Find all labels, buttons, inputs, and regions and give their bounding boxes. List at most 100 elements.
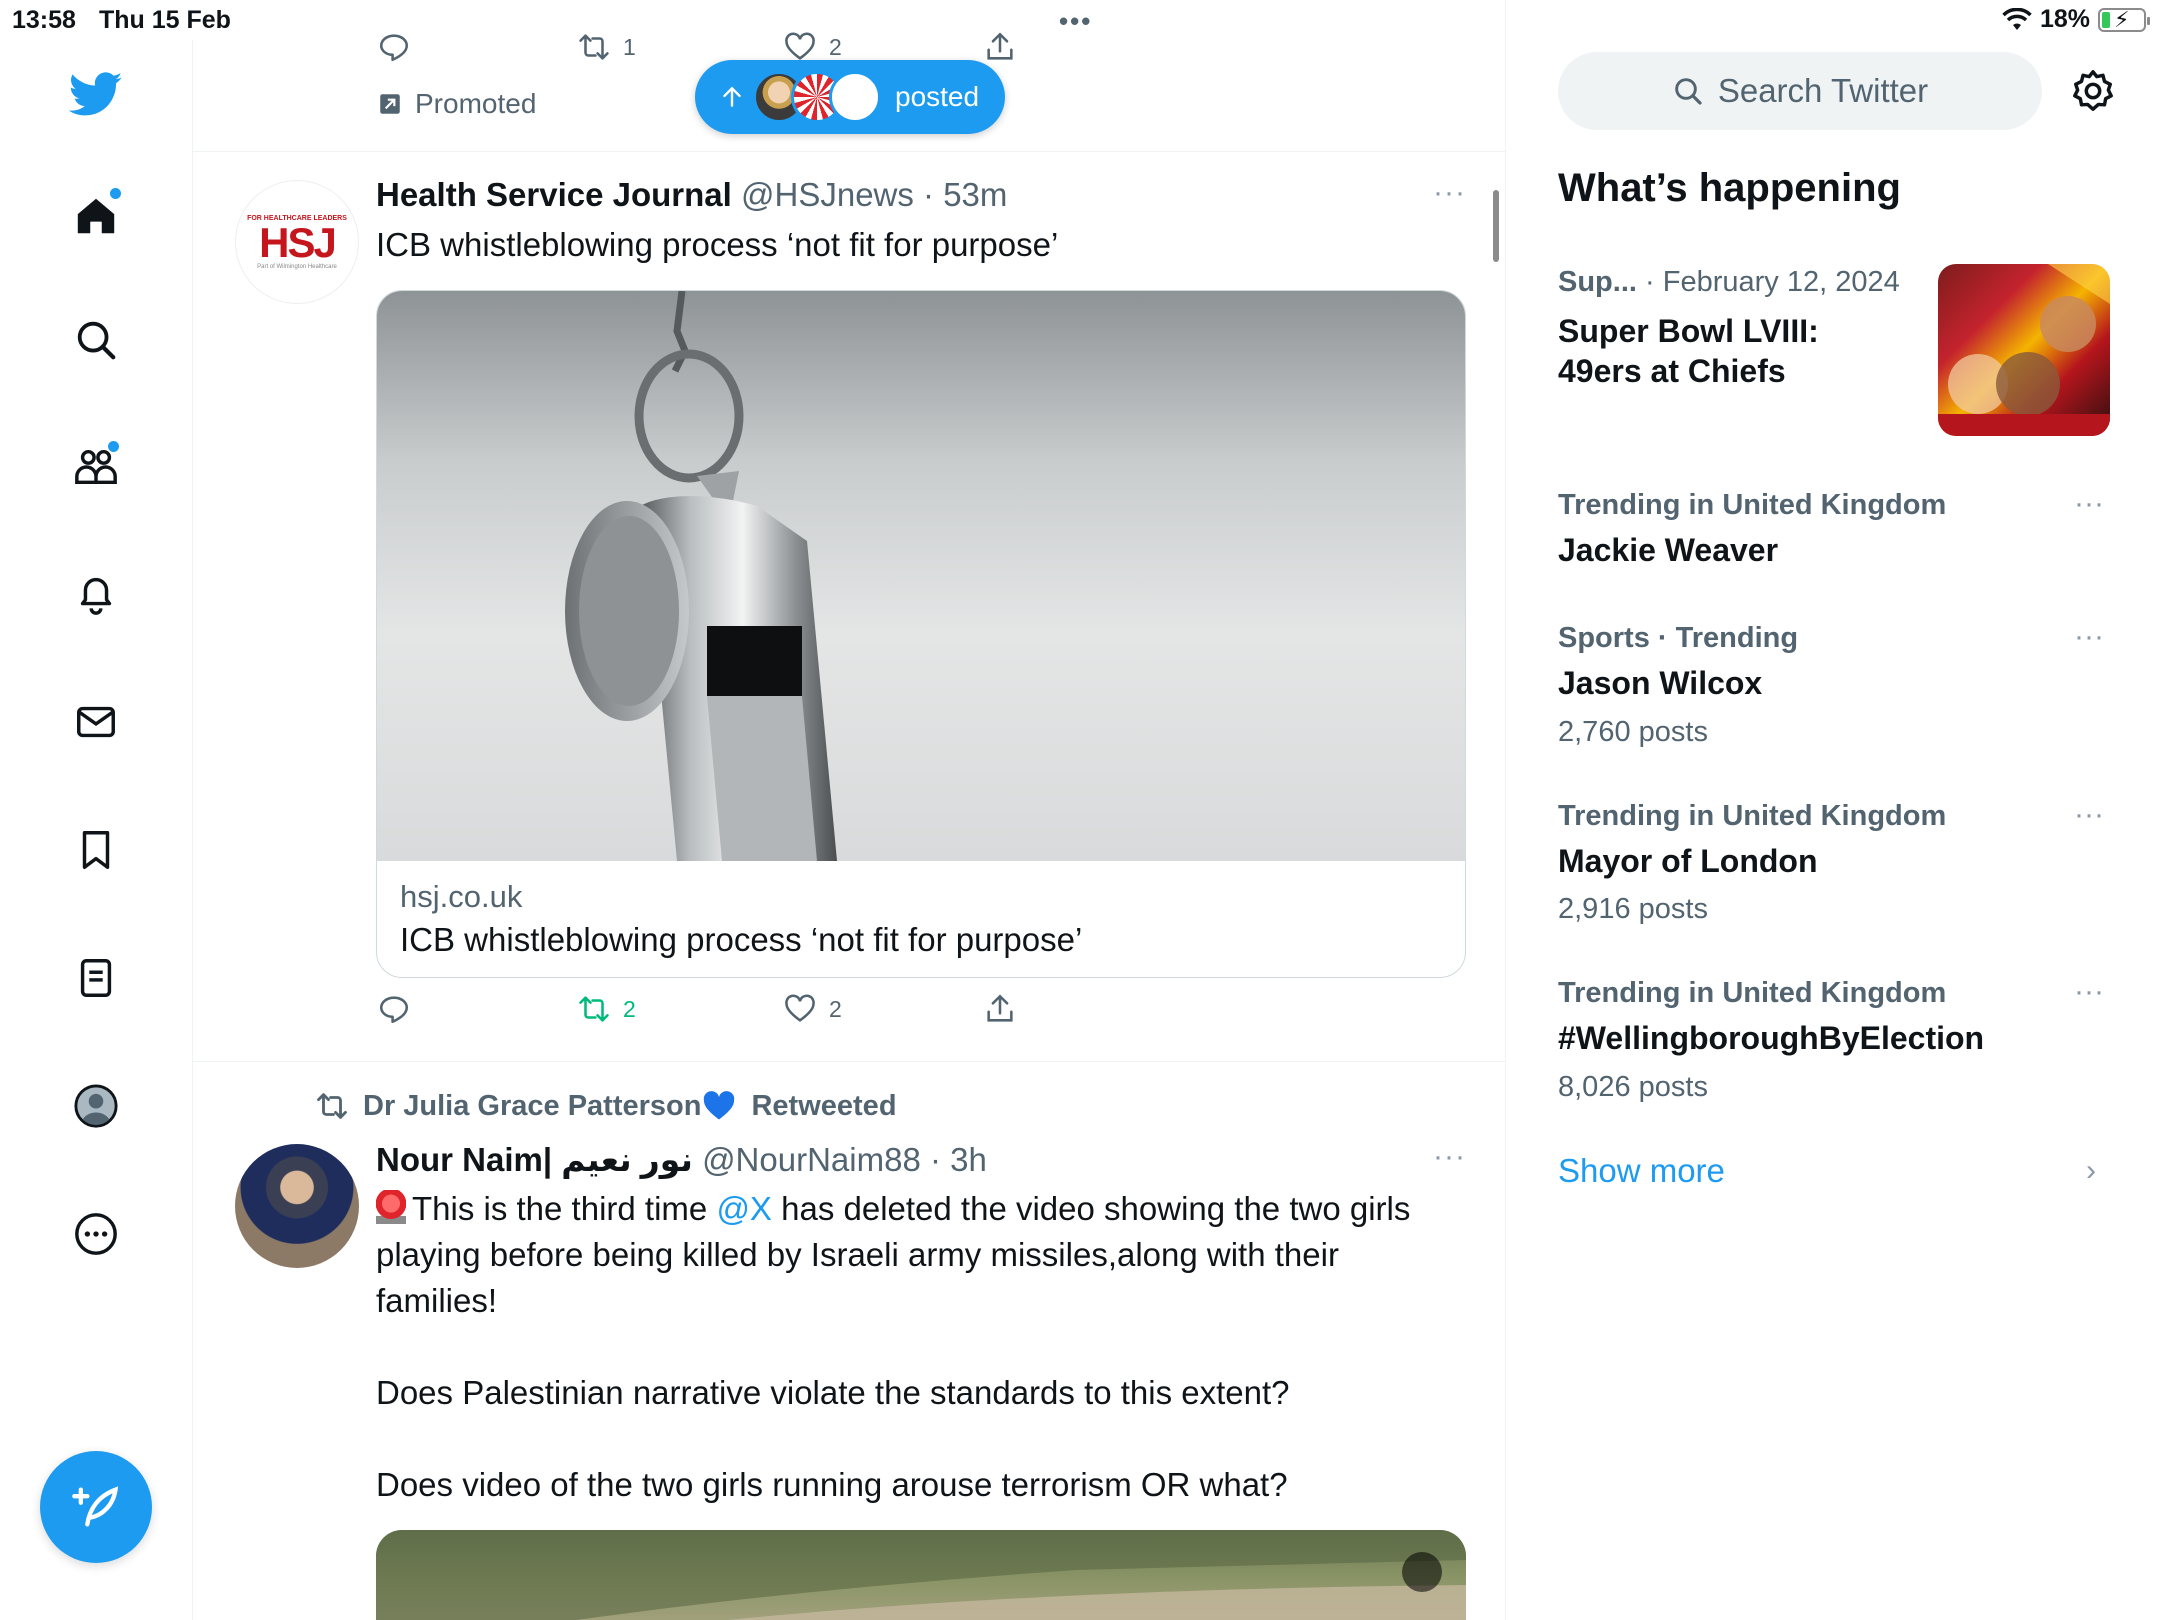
retweeter-name[interactable]: Dr Julia Grace Patterson bbox=[363, 1090, 701, 1123]
heart-icon bbox=[785, 994, 815, 1022]
trend-title: Jason Wilcox bbox=[1558, 665, 1763, 701]
retweet-button[interactable]: 1 bbox=[577, 30, 636, 64]
siren-emoji-icon bbox=[376, 1190, 406, 1224]
compose-button[interactable] bbox=[40, 1451, 152, 1563]
tweet-header: Health Service Journal @HSJnews · 53m bbox=[376, 176, 1007, 214]
retweet-context: Dr Julia Grace Patterson Retweeted bbox=[315, 1088, 897, 1124]
bookmark-icon[interactable] bbox=[66, 820, 126, 880]
bell-icon[interactable] bbox=[66, 564, 126, 624]
promoted-icon bbox=[380, 94, 400, 114]
share-button[interactable] bbox=[983, 30, 1017, 64]
tweet-handle-time: @NourNaim88 · 3h bbox=[702, 1141, 987, 1178]
like-button[interactable]: 2 bbox=[783, 992, 842, 1026]
hsj-logo: HSJ bbox=[259, 218, 337, 266]
trend-title: Jackie Weaver bbox=[1558, 532, 1779, 568]
posted-label: posted bbox=[895, 81, 980, 112]
reply-button[interactable] bbox=[377, 992, 411, 1026]
retweet-count: 1 bbox=[623, 33, 636, 60]
arrow-up-icon bbox=[723, 86, 741, 107]
search-input[interactable]: Search Twitter bbox=[1558, 52, 2042, 130]
previous-tweet-footer: 1 2 Promoted posted bbox=[193, 0, 1505, 152]
like-count: 2 bbox=[829, 995, 842, 1022]
trend-more-button[interactable]: ··· bbox=[2074, 487, 2104, 521]
reply-icon bbox=[379, 34, 409, 62]
link-card[interactable]: hsj.co.uk ICB whistleblowing process ‘no… bbox=[376, 290, 1466, 978]
avatar bbox=[829, 71, 881, 123]
communities-icon[interactable] bbox=[66, 437, 126, 497]
tweet-text: ICB whistleblowing process ‘not fit for … bbox=[376, 226, 1059, 263]
retweet-icon bbox=[579, 996, 609, 1022]
tweet-handle-time: @HSJnews · 53m bbox=[741, 176, 1008, 213]
trend-meta: Trending in United Kingdom bbox=[1558, 489, 1947, 521]
tweet-line: Does video of the two girls running arou… bbox=[376, 1466, 1288, 1503]
twitter-logo-icon[interactable] bbox=[66, 64, 126, 124]
more-circle-icon[interactable] bbox=[66, 1204, 126, 1264]
card-domain: hsj.co.uk bbox=[400, 879, 523, 914]
like-button[interactable]: 2 bbox=[783, 30, 842, 64]
compose-feather-icon bbox=[72, 1486, 119, 1527]
profile-icon[interactable] bbox=[66, 1076, 126, 1136]
tweet-line: families! bbox=[376, 1282, 498, 1319]
trend-title: #WellingboroughByElection bbox=[1558, 1020, 1985, 1056]
retweet-button[interactable]: 2 bbox=[577, 992, 636, 1026]
show-more-link[interactable]: Show more bbox=[1558, 1152, 1725, 1190]
avatar[interactable] bbox=[235, 1144, 359, 1268]
trend-title: Mayor of London bbox=[1558, 843, 1818, 879]
like-count: 2 bbox=[829, 33, 842, 60]
status-time: 13:58 bbox=[12, 6, 76, 34]
promoted-label: Promoted bbox=[377, 88, 536, 120]
trend-meta: Trending in United Kingdom bbox=[1558, 800, 1947, 832]
tweet-more-button[interactable]: ··· bbox=[1433, 176, 1466, 210]
tweet-header: Nour Naim| نور نعيم @NourNaim88 · 3h bbox=[376, 1140, 987, 1179]
chevron-right-icon[interactable]: › bbox=[2086, 1154, 2096, 1188]
list-icon[interactable] bbox=[66, 948, 126, 1008]
scrollbar[interactable] bbox=[1493, 190, 1499, 262]
tweet[interactable]: FOR HEALTHCARE LEADERS HSJ Part of Wilmi… bbox=[193, 152, 1505, 1062]
mail-icon[interactable] bbox=[66, 692, 126, 752]
tweet-line: This is the third time @X has deleted th… bbox=[376, 1186, 1410, 1232]
sensitive-media-icon[interactable] bbox=[1402, 1552, 1442, 1592]
avatar[interactable]: FOR HEALTHCARE LEADERS HSJ Part of Wilmi… bbox=[235, 180, 359, 304]
trend-more-button[interactable]: ··· bbox=[2074, 620, 2104, 654]
trend-more-button[interactable]: ··· bbox=[2074, 798, 2104, 832]
timeline[interactable]: 1 2 Promoted posted FOR HEALTHCARE LEADE… bbox=[193, 0, 1506, 1620]
card-title: ICB whistleblowing process ‘not fit for … bbox=[400, 921, 1083, 958]
right-sidebar: Search Twitter What’s happening Sup... ·… bbox=[1506, 0, 2160, 1620]
super-bowl-image bbox=[1938, 264, 2110, 436]
tweet-author-name[interactable]: Health Service Journal bbox=[376, 176, 732, 213]
mention-link[interactable]: @X bbox=[716, 1190, 772, 1227]
search-icon bbox=[1675, 78, 1702, 105]
whats-happening-heading: What’s happening bbox=[1558, 166, 1901, 210]
trend-title: 49ers at Chiefs bbox=[1558, 353, 1786, 389]
new-posts-pill[interactable]: posted bbox=[695, 60, 1005, 134]
trend-count: 2,760 posts bbox=[1558, 716, 1708, 748]
tweet[interactable]: Dr Julia Grace Patterson Retweeted Nour … bbox=[193, 1062, 1505, 1620]
tweet-author-name[interactable]: Nour Naim| نور نعيم bbox=[376, 1141, 693, 1178]
trend-title: Super Bowl LVIII: bbox=[1558, 313, 1819, 349]
retweet-count: 2 bbox=[623, 995, 636, 1022]
trend-meta: Sports · Trending bbox=[1558, 622, 1799, 654]
trend-meta: Trending in United Kingdom bbox=[1558, 977, 1947, 1009]
tweet-more-button[interactable]: ··· bbox=[1433, 1140, 1466, 1174]
heart-icon bbox=[785, 32, 815, 60]
tweet-line: Does Palestinian narrative violate the s… bbox=[376, 1374, 1290, 1411]
search-placeholder: Search Twitter bbox=[1717, 72, 1929, 109]
reply-icon bbox=[379, 996, 409, 1024]
tweet-line: playing before being killed by Israeli a… bbox=[376, 1236, 1339, 1273]
blue-heart-icon bbox=[704, 1091, 735, 1120]
retweeted-label: Retweeted bbox=[751, 1089, 897, 1122]
tweet-video[interactable] bbox=[376, 1530, 1466, 1620]
share-icon bbox=[987, 994, 1013, 1022]
search-icon[interactable] bbox=[66, 310, 126, 370]
retweet-icon bbox=[317, 1093, 347, 1119]
share-icon bbox=[987, 32, 1013, 60]
trend-count: 8,026 posts bbox=[1558, 1071, 1708, 1103]
trend-more-button[interactable]: ··· bbox=[2074, 975, 2104, 1009]
retweet-icon bbox=[579, 34, 609, 60]
gear-icon[interactable] bbox=[2070, 68, 2116, 114]
share-button[interactable] bbox=[983, 992, 1017, 1026]
reply-button[interactable] bbox=[377, 30, 411, 64]
trend-count: 2,916 posts bbox=[1558, 893, 1708, 925]
sidebar-nav bbox=[0, 40, 193, 1620]
home-icon[interactable] bbox=[66, 186, 126, 246]
